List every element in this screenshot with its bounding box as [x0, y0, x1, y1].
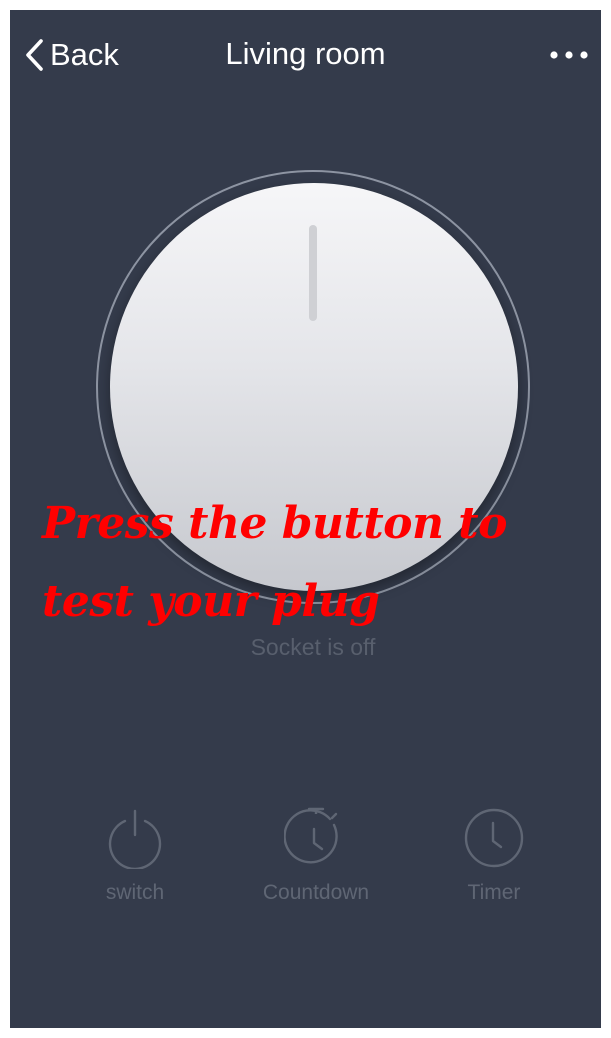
power-icon	[55, 805, 215, 869]
app-screen: Back Living room Socket is off Press the…	[10, 10, 601, 1028]
power-indicator-line	[309, 225, 317, 321]
more-button[interactable]	[547, 40, 591, 70]
power-toggle-button[interactable]	[110, 183, 518, 591]
switch-label: switch	[105, 881, 165, 904]
more-dots-icon	[547, 51, 591, 74]
timer-button[interactable]: Timer	[414, 805, 574, 905]
nav-bar: Back Living room	[10, 10, 601, 98]
clock-icon	[414, 805, 574, 869]
socket-status: Socket is off	[250, 634, 376, 660]
chevron-left-icon	[24, 38, 44, 72]
timer-label: Timer	[467, 881, 521, 904]
stopwatch-icon	[236, 805, 396, 869]
back-button[interactable]: Back	[24, 34, 119, 76]
back-label: Back	[50, 37, 119, 72]
countdown-button[interactable]: Countdown	[236, 805, 396, 905]
countdown-label: Countdown	[262, 881, 370, 904]
switch-button[interactable]: switch	[55, 805, 215, 905]
